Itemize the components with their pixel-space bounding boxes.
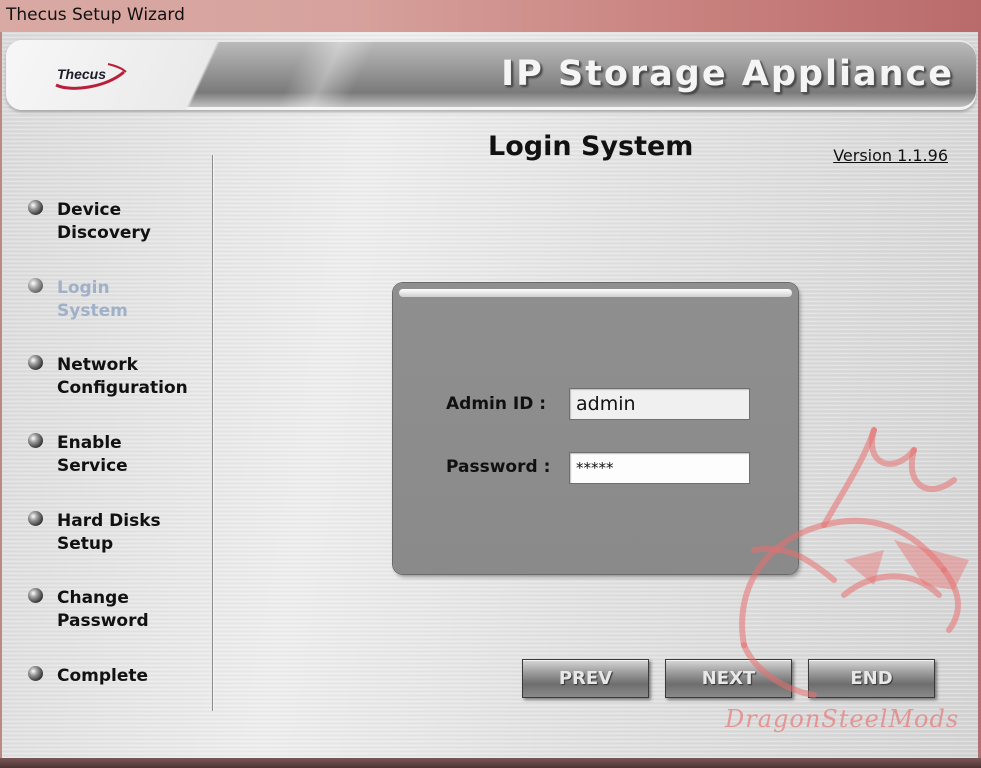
- product-title: IP Storage Appliance: [501, 54, 954, 94]
- step-bullet-icon: [28, 433, 43, 448]
- step-label: Enable Service: [57, 433, 128, 476]
- step-label: Network Configuration: [57, 355, 188, 398]
- watermark-text: DragonSteelMods: [725, 705, 960, 733]
- version-link[interactable]: Version 1.1.96: [833, 146, 948, 165]
- admin-id-field[interactable]: admin: [569, 388, 750, 420]
- step-label: Device Discovery: [57, 200, 151, 243]
- step-label: Login System: [57, 278, 128, 321]
- step-bullet-icon: [28, 588, 43, 603]
- password-field[interactable]: *****: [569, 452, 750, 484]
- step-bullet-icon: [28, 200, 43, 215]
- banner-highlight: [256, 40, 396, 110]
- page-title: Login System: [488, 131, 694, 162]
- header-banner: Thecus IP Storage Appliance: [6, 40, 976, 110]
- step-label: Change Password: [57, 588, 149, 631]
- step-bullet-icon: [28, 511, 43, 526]
- logo-text: Thecus: [57, 66, 107, 82]
- panel-top-highlight: [399, 289, 792, 297]
- step-label: Complete: [57, 666, 149, 686]
- window-left-border: [0, 32, 2, 758]
- window-title: Thecus Setup Wizard: [6, 5, 185, 25]
- step-bullet-icon: [28, 278, 43, 293]
- prev-button[interactable]: PREV: [522, 659, 649, 698]
- password-label: Password :: [446, 457, 551, 477]
- thecus-logo: Thecus: [50, 58, 130, 92]
- step-bullet-icon: [28, 355, 43, 370]
- window-title-bar[interactable]: Thecus Setup Wizard: [0, 0, 981, 32]
- step-label: Hard Disks Setup: [57, 511, 161, 554]
- step-bullet-icon: [28, 666, 43, 681]
- admin-id-label: Admin ID :: [446, 394, 547, 414]
